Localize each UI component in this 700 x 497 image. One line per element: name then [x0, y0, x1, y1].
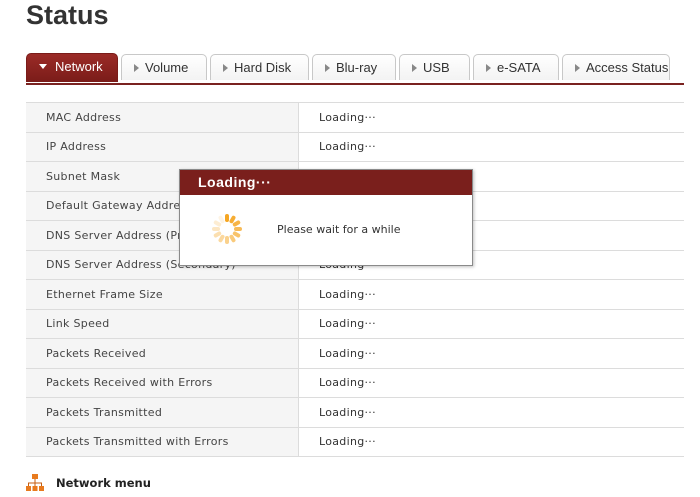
row-value: Loading···	[298, 426, 684, 457]
row-value: Loading···	[298, 308, 684, 339]
table-row: Packets Transmitted with Errors Loading··…	[26, 426, 684, 457]
tab-label: Network	[55, 59, 103, 74]
page-title: Status	[26, 0, 109, 30]
loading-dialog-title: Loading···	[180, 170, 472, 195]
tab-e-sata[interactable]: e-SATA	[473, 54, 559, 80]
tab-access-status[interactable]: Access Status	[562, 54, 670, 80]
network-menu-link[interactable]: Network menu	[26, 473, 151, 493]
row-label: Link Speed	[26, 308, 299, 339]
row-label: MAC Address	[26, 102, 299, 133]
row-label: IP Address	[26, 131, 299, 162]
status-tabs: Network Volume Hard Disk Blu-ray USB e-S…	[26, 53, 684, 85]
table-row: MAC Address Loading···	[26, 102, 684, 133]
row-value: Loading···	[298, 397, 684, 428]
tab-blu-ray[interactable]: Blu-ray	[312, 54, 396, 80]
loading-dialog: Loading··· Please wait for a while	[179, 169, 473, 266]
tab-label: Hard Disk	[234, 60, 292, 75]
spinner-icon	[212, 214, 242, 244]
table-row: Packets Received Loading···	[26, 338, 684, 369]
network-info-table: MAC Address Loading··· IP Address Loading·…	[26, 102, 684, 457]
row-label: Ethernet Frame Size	[26, 279, 299, 310]
tab-network[interactable]: Network	[26, 53, 118, 82]
row-value: Loading···	[298, 367, 684, 398]
chevron-right-icon	[325, 64, 330, 72]
row-value: Loading···	[298, 131, 684, 162]
tab-label: USB	[423, 60, 450, 75]
table-row: Packets Transmitted Loading···	[26, 397, 684, 428]
network-menu-icon	[26, 474, 44, 491]
tab-hard-disk[interactable]: Hard Disk	[210, 54, 309, 80]
chevron-right-icon	[223, 64, 228, 72]
tab-label: Blu-ray	[336, 60, 378, 75]
chevron-right-icon	[575, 64, 580, 72]
chevron-right-icon	[134, 64, 139, 72]
tab-volume[interactable]: Volume	[121, 54, 207, 80]
loading-message: Please wait for a while	[277, 223, 401, 236]
row-value: Loading···	[298, 279, 684, 310]
table-row: Ethernet Frame Size Loading···	[26, 279, 684, 310]
chevron-right-icon	[486, 64, 491, 72]
network-menu-label: Network menu	[56, 476, 151, 490]
chevron-down-icon	[39, 64, 47, 69]
row-label: Packets Transmitted	[26, 397, 299, 428]
tab-label: e-SATA	[497, 60, 541, 75]
row-value: Loading···	[298, 102, 684, 133]
table-row: Packets Received with Errors Loading···	[26, 367, 684, 398]
tab-label: Volume	[145, 60, 189, 75]
row-value: Loading···	[298, 338, 684, 369]
table-row: Link Speed Loading···	[26, 308, 684, 339]
tab-usb[interactable]: USB	[399, 54, 470, 80]
row-label: Packets Received with Errors	[26, 367, 299, 398]
chevron-right-icon	[412, 64, 417, 72]
tab-label: Access Status	[586, 60, 669, 75]
row-label: Packets Received	[26, 338, 299, 369]
table-row: IP Address Loading···	[26, 131, 684, 162]
row-label: Packets Transmitted with Errors	[26, 426, 299, 457]
